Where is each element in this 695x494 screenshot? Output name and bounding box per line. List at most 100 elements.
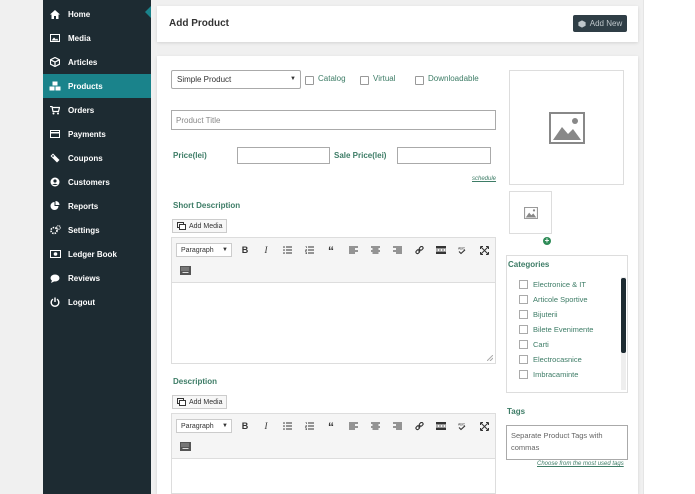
read-more-icon[interactable] bbox=[433, 419, 449, 433]
cubes-icon bbox=[43, 81, 67, 91]
right-panel bbox=[643, 0, 695, 494]
align-left-icon[interactable] bbox=[345, 419, 361, 433]
category-item[interactable]: Bilete Evenimente bbox=[519, 323, 593, 335]
sidebar-item-label: Orders bbox=[68, 105, 95, 115]
bold-icon[interactable]: B bbox=[237, 243, 253, 257]
product-title-input[interactable]: Product Title bbox=[171, 110, 496, 130]
blockquote-icon[interactable]: “ bbox=[323, 420, 339, 434]
add-media-label: Add Media bbox=[189, 222, 223, 230]
read-more-icon[interactable] bbox=[433, 243, 449, 257]
downloadable-label: Downloadable bbox=[428, 74, 479, 83]
link-icon[interactable] bbox=[411, 419, 427, 433]
sidebar-item-payments[interactable]: Payments bbox=[43, 122, 151, 146]
fullscreen-icon[interactable] bbox=[476, 419, 492, 433]
price-label: Price(lei) bbox=[173, 151, 207, 160]
choose-most-used-tags-link[interactable]: Choose from the most used tags bbox=[537, 461, 624, 467]
category-checkbox[interactable] bbox=[519, 309, 528, 319]
align-right-icon[interactable] bbox=[389, 419, 405, 433]
image-icon bbox=[43, 34, 67, 42]
gallery-image-upload[interactable] bbox=[509, 191, 552, 234]
add-gallery-image-icon[interactable]: + bbox=[543, 237, 551, 245]
sidebar-item-label: Logout bbox=[68, 297, 96, 307]
sidebar-item-reviews[interactable]: Reviews bbox=[43, 266, 151, 290]
bullet-list-icon[interactable] bbox=[279, 243, 295, 257]
category-item[interactable]: Electrocasnice bbox=[519, 353, 582, 365]
image-placeholder-icon bbox=[548, 111, 585, 144]
sidebar-item-products[interactable]: Products bbox=[43, 74, 151, 98]
cogs-icon bbox=[43, 225, 67, 235]
numbered-list-icon[interactable] bbox=[301, 243, 317, 257]
sidebar-item-orders[interactable]: Orders bbox=[43, 98, 151, 122]
power-icon bbox=[43, 297, 67, 307]
italic-icon[interactable]: I bbox=[258, 419, 274, 433]
sidebar-item-ledger-book[interactable]: Ledger Book bbox=[43, 242, 151, 266]
numbered-list-icon[interactable] bbox=[301, 419, 317, 433]
catalog-checkbox[interactable] bbox=[305, 76, 314, 85]
sidebar-item-label: Payments bbox=[68, 129, 106, 139]
sidebar-item-reports[interactable]: Reports bbox=[43, 194, 151, 218]
comment-icon bbox=[43, 274, 67, 283]
price-input[interactable] bbox=[237, 147, 330, 164]
spellcheck-icon[interactable]: ABC bbox=[454, 243, 470, 257]
spellcheck-icon[interactable]: ABC bbox=[454, 419, 470, 433]
category-checkbox[interactable] bbox=[519, 369, 528, 379]
product-type-select[interactable]: Simple Product ▼ bbox=[171, 70, 301, 89]
sidebar-item-logout[interactable]: Logout bbox=[43, 290, 151, 314]
category-item[interactable]: Carti bbox=[519, 338, 549, 350]
paragraph-format-value: Paragraph bbox=[181, 422, 214, 430]
blockquote-icon[interactable]: “ bbox=[323, 244, 339, 258]
categories-scrollbar-thumb[interactable] bbox=[621, 278, 626, 353]
virtual-checkbox[interactable] bbox=[360, 76, 369, 85]
sidebar-item-label: Reviews bbox=[68, 273, 101, 283]
link-icon[interactable] bbox=[411, 243, 427, 257]
align-left-icon[interactable] bbox=[345, 243, 361, 257]
resize-handle-icon[interactable] bbox=[487, 355, 493, 361]
sidebar-item-customers[interactable]: Customers bbox=[43, 170, 151, 194]
add-media-label: Add Media bbox=[189, 398, 223, 406]
category-item[interactable]: Articole Sportive bbox=[519, 293, 588, 305]
sidebar-item-label: Reports bbox=[68, 201, 99, 211]
add-media-button[interactable]: Add Media bbox=[172, 395, 228, 409]
description-editor[interactable] bbox=[171, 459, 496, 494]
category-checkbox[interactable] bbox=[519, 294, 528, 304]
sale-price-input[interactable] bbox=[397, 147, 491, 164]
sidebar-item-coupons[interactable]: Coupons bbox=[43, 146, 151, 170]
product-image-upload[interactable] bbox=[509, 70, 624, 185]
sidebar-item-settings[interactable]: Settings bbox=[43, 218, 151, 242]
sale-price-label: Sale Price(lei) bbox=[334, 151, 387, 160]
category-item[interactable]: Electronice & IT bbox=[519, 278, 586, 290]
categories-title: Categories bbox=[508, 260, 550, 269]
keyboard-toolbar-toggle-icon[interactable] bbox=[178, 440, 192, 452]
sidebar: Home Media Articles Products Orders Paym… bbox=[43, 0, 151, 494]
category-checkbox[interactable] bbox=[519, 339, 528, 349]
add-new-button[interactable]: Add New bbox=[573, 15, 627, 32]
sidebar-item-home[interactable]: Home bbox=[43, 2, 151, 26]
categories-list: Electronice & IT Articole Sportive Bijut… bbox=[519, 278, 619, 392]
align-right-icon[interactable] bbox=[389, 243, 405, 257]
category-checkbox[interactable] bbox=[519, 279, 528, 289]
schedule-link[interactable]: schedule bbox=[472, 176, 496, 182]
bold-icon[interactable]: B bbox=[237, 419, 253, 433]
sidebar-item-label: Customers bbox=[68, 177, 110, 187]
keyboard-toolbar-toggle-icon[interactable] bbox=[178, 264, 192, 276]
fullscreen-icon[interactable] bbox=[476, 243, 492, 257]
active-indicator bbox=[145, 6, 151, 18]
add-media-button[interactable]: Add Media bbox=[172, 219, 228, 233]
caret-down-icon: ▼ bbox=[222, 423, 228, 429]
paragraph-format-select[interactable]: Paragraph ▼ bbox=[176, 243, 232, 257]
sidebar-item-media[interactable]: Media bbox=[43, 26, 151, 50]
bullet-list-icon[interactable] bbox=[279, 419, 295, 433]
sidebar-item-articles[interactable]: Articles bbox=[43, 50, 151, 74]
category-label: Carti bbox=[533, 339, 549, 349]
align-center-icon[interactable] bbox=[367, 243, 383, 257]
align-center-icon[interactable] bbox=[367, 419, 383, 433]
short-description-editor[interactable] bbox=[171, 283, 496, 364]
paragraph-format-select[interactable]: Paragraph ▼ bbox=[176, 419, 232, 433]
category-item[interactable]: Imbracaminte bbox=[519, 368, 578, 380]
tags-textarea[interactable]: Separate Product Tags with commas bbox=[506, 425, 628, 460]
downloadable-checkbox[interactable] bbox=[415, 76, 424, 85]
category-item[interactable]: Bijuterii bbox=[519, 308, 558, 320]
category-checkbox[interactable] bbox=[519, 354, 528, 364]
italic-icon[interactable]: I bbox=[258, 243, 274, 257]
category-checkbox[interactable] bbox=[519, 324, 528, 334]
